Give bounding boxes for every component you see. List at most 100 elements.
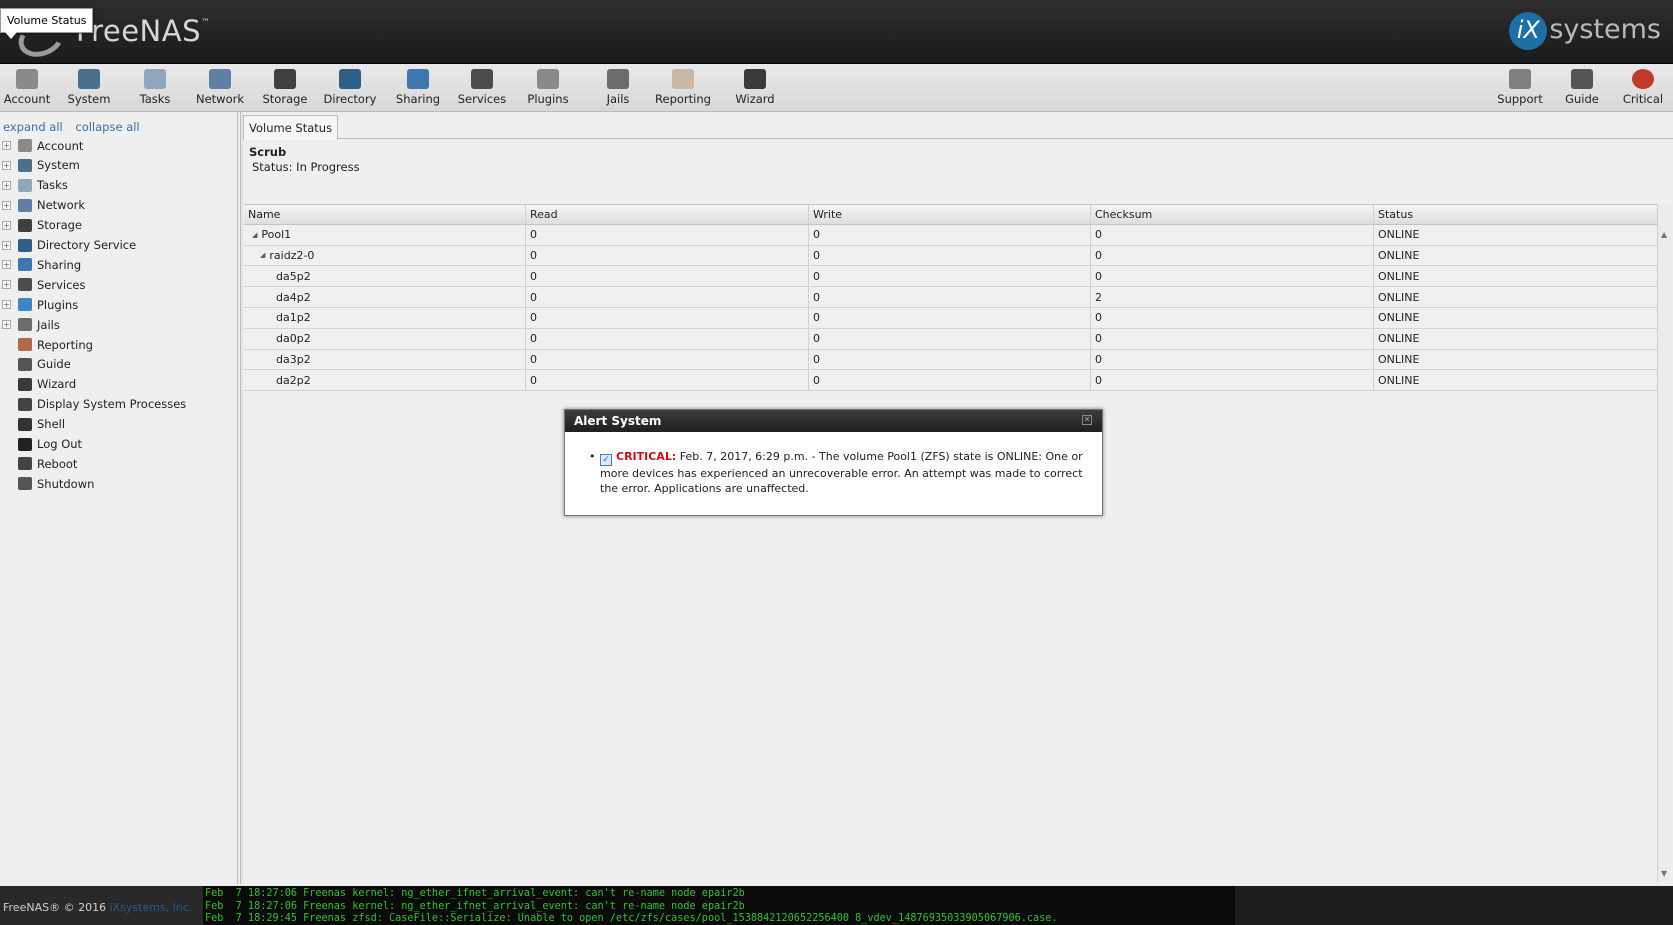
- sidebar-item-jails[interactable]: + Jails: [0, 315, 60, 334]
- table-row[interactable]: da2p2 0 0 0 ONLINE: [244, 370, 1657, 392]
- toolbar-label: Account: [3, 92, 51, 106]
- column-header-name[interactable]: Name: [244, 205, 526, 224]
- cell-value: 0: [813, 290, 820, 304]
- toolbar-reporting-button[interactable]: Reporting: [650, 67, 716, 111]
- tree-collapse-icon[interactable]: ◢: [260, 251, 265, 259]
- expand-icon[interactable]: +: [2, 141, 11, 150]
- expand-icon[interactable]: +: [2, 200, 11, 210]
- expand-icon[interactable]: +: [2, 260, 11, 270]
- toolbar-network-button[interactable]: Network: [193, 67, 247, 111]
- toolbar-guide-button[interactable]: Guide: [1556, 67, 1608, 111]
- cell-value: Pool1: [261, 228, 292, 242]
- cell-value: 0: [530, 332, 537, 346]
- sidebar-item-tasks[interactable]: + Tasks: [0, 176, 68, 195]
- cell-write: 0: [809, 370, 1091, 391]
- sidebar-item-directory-service[interactable]: + Directory Service: [0, 236, 136, 255]
- expand-icon[interactable]: +: [2, 180, 11, 190]
- cell-value: ONLINE: [1378, 269, 1420, 283]
- alert-dialog-titlebar[interactable]: Alert System ✕: [565, 410, 1102, 432]
- sidebar-item-network[interactable]: + Network: [0, 196, 85, 215]
- cell-value: raidz2-0: [269, 248, 315, 262]
- sidebar-item-plugins[interactable]: + Plugins: [0, 295, 78, 314]
- table-row[interactable]: da1p2 0 0 0 ONLINE: [244, 307, 1657, 329]
- toolbar-support-button[interactable]: Support: [1494, 67, 1546, 111]
- column-header-read[interactable]: Read: [526, 205, 809, 224]
- sidebar-item-reporting[interactable]: Reporting: [0, 335, 93, 354]
- sidebar-item-label: Guide: [37, 357, 71, 372]
- grid-scrollbar[interactable]: ▲ ▼: [1657, 204, 1671, 882]
- scroll-down-icon[interactable]: ▼: [1661, 869, 1667, 878]
- scrub-heading: Scrub: [249, 145, 287, 159]
- table-row[interactable]: ◢ Pool1 0 0 0 ONLINE: [244, 224, 1657, 246]
- table-row[interactable]: da3p2 0 0 0 ONLINE: [244, 349, 1657, 371]
- sidebar-item-system[interactable]: + System: [0, 156, 80, 175]
- cell-read: 0: [526, 266, 809, 287]
- reporting-icon: [672, 69, 694, 89]
- sidebar-item-label: Sharing: [37, 257, 82, 272]
- cell-value: 0: [813, 269, 820, 283]
- sidebar-item-display-system-processes[interactable]: Display System Processes: [0, 395, 186, 414]
- collapse-all-link[interactable]: collapse all: [75, 120, 139, 134]
- network-icon: [18, 198, 32, 212]
- sidebar-item-sharing[interactable]: + Sharing: [0, 255, 81, 274]
- sidebar-item-shell[interactable]: Shell: [0, 415, 65, 434]
- cell-value: ONLINE: [1378, 352, 1420, 366]
- company-link[interactable]: iXsystems, Inc.: [110, 901, 193, 914]
- alert-dialog-title: Alert System: [574, 414, 662, 428]
- sidebar-item-services[interactable]: + Services: [0, 275, 86, 294]
- tree-collapse-icon[interactable]: ◢: [252, 231, 257, 239]
- sidebar-item-guide[interactable]: Guide: [0, 355, 71, 374]
- toolbar-tasks-button[interactable]: Tasks: [128, 67, 182, 111]
- toolbar-plugins-button[interactable]: Plugins: [521, 67, 575, 111]
- cell-value: 0: [813, 352, 820, 366]
- toolbar-account-button[interactable]: Account: [0, 67, 54, 111]
- toolbar-label: Tasks: [139, 92, 171, 106]
- cell-checksum: 0: [1091, 224, 1374, 245]
- dismiss-alert-checkbox[interactable]: ✓: [600, 454, 612, 466]
- toolbar-jails-button[interactable]: Jails: [591, 67, 645, 111]
- sidebar-item-storage[interactable]: + Storage: [0, 216, 82, 235]
- toolbar-services-button[interactable]: Services: [455, 67, 509, 111]
- toolbar-wizard-button[interactable]: Wizard: [728, 67, 782, 111]
- sidebar-item-wizard[interactable]: Wizard: [0, 375, 76, 394]
- toolbar-label: Sharing: [395, 92, 441, 106]
- cell-write: 0: [809, 328, 1091, 349]
- scroll-up-icon[interactable]: ▲: [1661, 230, 1667, 239]
- sidebar-item-log-out[interactable]: Log Out: [0, 435, 82, 454]
- plugins-icon: [18, 298, 32, 312]
- cell-value: 0: [1095, 332, 1102, 346]
- services-icon: [18, 278, 32, 292]
- toolbar-directory-button[interactable]: Directory: [323, 67, 377, 111]
- column-header-write[interactable]: Write: [809, 205, 1091, 224]
- table-row[interactable]: da4p2 0 0 2 ONLINE: [244, 287, 1657, 308]
- column-header-status[interactable]: Status: [1374, 205, 1657, 224]
- close-icon[interactable]: ✕: [1082, 415, 1092, 425]
- expand-icon[interactable]: +: [2, 220, 11, 230]
- expand-icon[interactable]: +: [2, 160, 11, 170]
- tab-volume-status[interactable]: Volume Status: [243, 115, 339, 140]
- expand-icon[interactable]: +: [2, 240, 11, 250]
- expand-all-link[interactable]: expand all: [3, 120, 63, 134]
- cell-name: da1p2: [244, 307, 526, 328]
- cell-value: 0: [530, 228, 537, 242]
- ixsystems-logo: iX systems: [1509, 12, 1661, 50]
- console-line: Feb 7 18:27:06 Freenas kernel: ng_ether_…: [205, 900, 745, 912]
- cell-name: ◢ Pool1: [244, 224, 526, 245]
- table-row[interactable]: da0p2 0 0 0 ONLINE: [244, 328, 1657, 350]
- expand-icon[interactable]: +: [2, 300, 11, 310]
- sidebar-item-reboot[interactable]: Reboot: [0, 454, 77, 473]
- expand-icon[interactable]: +: [2, 280, 11, 290]
- toolbar-critical-button[interactable]: Critical: [1617, 67, 1669, 111]
- toolbar-sharing-button[interactable]: Sharing: [391, 67, 445, 111]
- cell-read: 0: [526, 224, 809, 245]
- expand-icon[interactable]: +: [2, 320, 11, 330]
- sidebar-item-account[interactable]: + Account: [0, 136, 83, 155]
- column-header-checksum[interactable]: Checksum: [1091, 205, 1374, 224]
- sidebar-item-shutdown[interactable]: Shutdown: [0, 474, 94, 493]
- freenas-logo[interactable]: FreeNAS™: [76, 14, 210, 48]
- toolbar-storage-button[interactable]: Storage: [258, 67, 312, 111]
- table-row[interactable]: ◢ raidz2-0 0 0 0 ONLINE: [244, 245, 1657, 267]
- table-row[interactable]: da5p2 0 0 0 ONLINE: [244, 266, 1657, 288]
- wizard-icon: [744, 69, 766, 89]
- toolbar-system-button[interactable]: System: [62, 67, 116, 111]
